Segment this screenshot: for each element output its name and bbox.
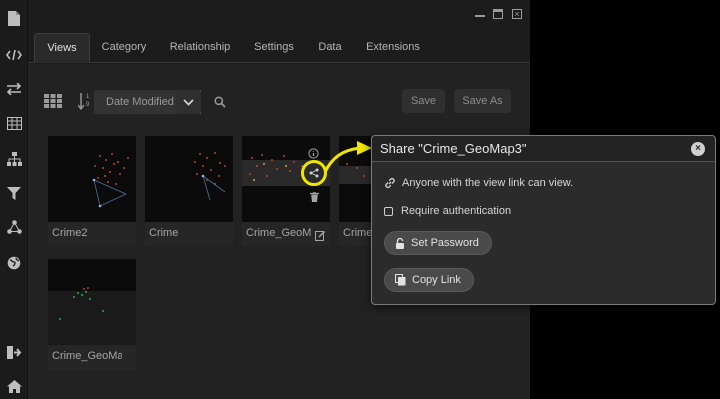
minimize-icon[interactable]: [475, 9, 485, 17]
require-auth-row[interactable]: Require authentication: [384, 205, 511, 217]
code-icon[interactable]: [5, 46, 23, 64]
close-window-icon[interactable]: ×: [512, 9, 522, 19]
left-rail: [0, 0, 28, 399]
copy-link-label: Copy Link: [412, 274, 461, 286]
search-icon[interactable]: [214, 95, 226, 113]
share-dialog: Share "Crime_GeoMap3" × Anyone with the …: [371, 135, 716, 305]
view-card[interactable]: Crime_GeoMap1: [48, 259, 136, 369]
logout-icon[interactable]: [5, 343, 23, 361]
view-thumbnail: [48, 259, 136, 345]
globe-icon[interactable]: [5, 254, 23, 272]
view-thumbnail: [145, 136, 233, 222]
grid-view-icon[interactable]: [44, 94, 62, 113]
view-card-label: Crime2: [52, 227, 88, 239]
tab-settings[interactable]: Settings: [248, 33, 300, 63]
tab-relationship[interactable]: Relationship: [164, 33, 236, 63]
link-permission-row: Anyone with the view link can view.: [384, 177, 573, 189]
lock-icon: [395, 237, 405, 249]
view-card[interactable]: Crime2: [48, 136, 136, 246]
set-password-label: Set Password: [411, 237, 479, 249]
transfer-icon[interactable]: [5, 80, 23, 98]
require-auth-label: Require authentication: [401, 205, 512, 217]
sort-dropdown-button[interactable]: [176, 90, 201, 114]
require-auth-checkbox[interactable]: [384, 206, 393, 216]
chevron-down-icon: [183, 98, 194, 106]
hierarchy-icon[interactable]: [5, 150, 23, 168]
document-icon[interactable]: [5, 9, 23, 27]
tab-bar: Views Category Relationship Settings Dat…: [28, 33, 530, 63]
home-icon[interactable]: [5, 377, 23, 395]
tab-extensions[interactable]: Extensions: [360, 33, 426, 63]
filter-icon[interactable]: [5, 184, 23, 202]
save-button[interactable]: Save: [402, 89, 445, 113]
link-permission-text: Anyone with the view link can view.: [402, 177, 574, 189]
close-icon[interactable]: ×: [691, 142, 705, 156]
view-card-label: Crime_GeoMap1: [52, 350, 122, 362]
save-as-button[interactable]: Save As: [454, 89, 511, 113]
view-card-label: Crime: [149, 227, 179, 239]
copy-icon: [395, 274, 406, 286]
sort-order-icon[interactable]: 19: [77, 91, 92, 116]
svg-text:9: 9: [86, 102, 90, 108]
view-thumbnail: [48, 136, 136, 222]
share-icon: [309, 168, 319, 178]
share-dialog-title: Share "Crime_GeoMap3": [380, 141, 527, 156]
table-icon[interactable]: [5, 114, 23, 132]
share-dialog-header: Share "Crime_GeoMap3" ×: [372, 136, 715, 162]
edit-icon[interactable]: [315, 228, 326, 246]
tab-views[interactable]: Views: [34, 33, 90, 63]
delete-icon[interactable]: [310, 189, 319, 207]
view-card-label: Crime_GeoM: [246, 227, 312, 239]
tab-data[interactable]: Data: [310, 33, 350, 63]
network-icon[interactable]: [5, 218, 23, 236]
set-password-button[interactable]: Set Password: [384, 231, 492, 255]
maximize-icon[interactable]: [493, 9, 503, 19]
copy-link-button[interactable]: Copy Link: [384, 268, 474, 292]
svg-text:1: 1: [86, 94, 90, 100]
tab-category[interactable]: Category: [92, 33, 156, 63]
view-card[interactable]: Crime: [145, 136, 233, 246]
view-card-label: Crime: [343, 227, 371, 239]
link-icon: [385, 177, 395, 189]
view-card[interactable]: Crime_GeoM: [242, 136, 330, 246]
callout-arrow: [323, 141, 372, 173]
